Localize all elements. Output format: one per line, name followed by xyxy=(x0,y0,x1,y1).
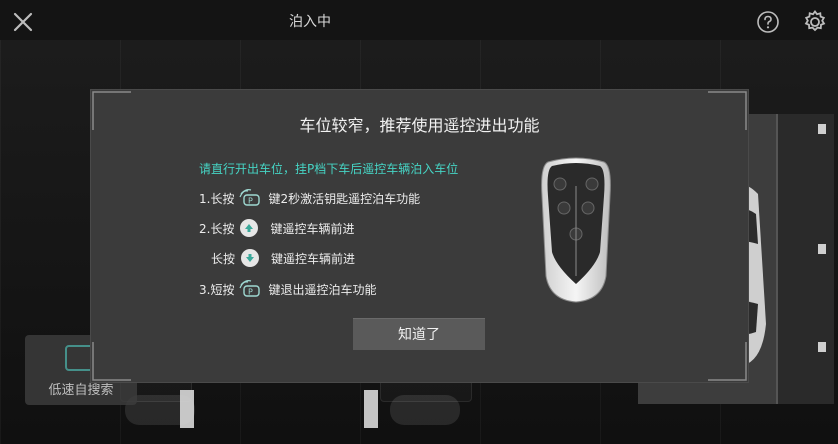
step-text: 键2秒激活钥匙遥控泊车功能 xyxy=(268,191,421,206)
instruction-step-2: 2.长按 键遥控车辆前进 xyxy=(199,219,354,237)
step-text: 键遥控车辆前进 xyxy=(271,251,356,266)
step-text: 键退出遥控泊车功能 xyxy=(268,282,377,297)
remote-park-icon: P xyxy=(239,189,261,206)
step-prefix: 2.长按 xyxy=(199,221,235,236)
slow-search-label: 低速自搜索 xyxy=(48,383,114,398)
step-prefix: 长按 xyxy=(211,251,236,266)
instruction-step-1: 1.长按 P 键2秒激活钥匙遥控泊车功能 xyxy=(199,188,420,208)
car-key-fob-image xyxy=(541,157,611,303)
dialog-title: 车位较窄，推荐使用遥控进出功能 xyxy=(299,116,540,135)
road-marker xyxy=(818,244,826,254)
instruction-step-3: 3.短按 P 键退出遥控泊车功能 xyxy=(199,279,376,299)
gear-icon[interactable] xyxy=(802,9,828,35)
arrow-down-icon xyxy=(241,249,260,267)
instruction-step-2b: 长按 键遥控车辆前进 xyxy=(211,249,355,267)
step-text: 键遥控车辆前进 xyxy=(270,221,355,236)
slot-line xyxy=(180,390,194,428)
svg-text:P: P xyxy=(248,288,253,297)
road-marker xyxy=(818,342,826,352)
remote-park-icon: P xyxy=(239,280,261,297)
arrow-up-icon xyxy=(240,219,259,237)
step-prefix: 1.长按 xyxy=(199,191,235,206)
slot-line xyxy=(364,390,378,428)
step-prefix: 3.短按 xyxy=(199,282,235,297)
svg-text:P: P xyxy=(248,197,253,206)
ok-button[interactable]: 知道了 xyxy=(353,318,485,350)
road-marker xyxy=(818,124,826,134)
page-title: 泊入中 xyxy=(289,14,331,30)
road-edge xyxy=(776,114,834,404)
dialog-subtitle: 请直行开出车位，挂P档下车后遥控车辆泊入车位 xyxy=(199,162,459,176)
parked-car xyxy=(390,395,460,425)
narrow-slot-dialog: 车位较窄，推荐使用遥控进出功能 请直行开出车位，挂P档下车后遥控车辆泊入车位 1… xyxy=(91,90,748,382)
help-icon[interactable] xyxy=(756,10,780,34)
